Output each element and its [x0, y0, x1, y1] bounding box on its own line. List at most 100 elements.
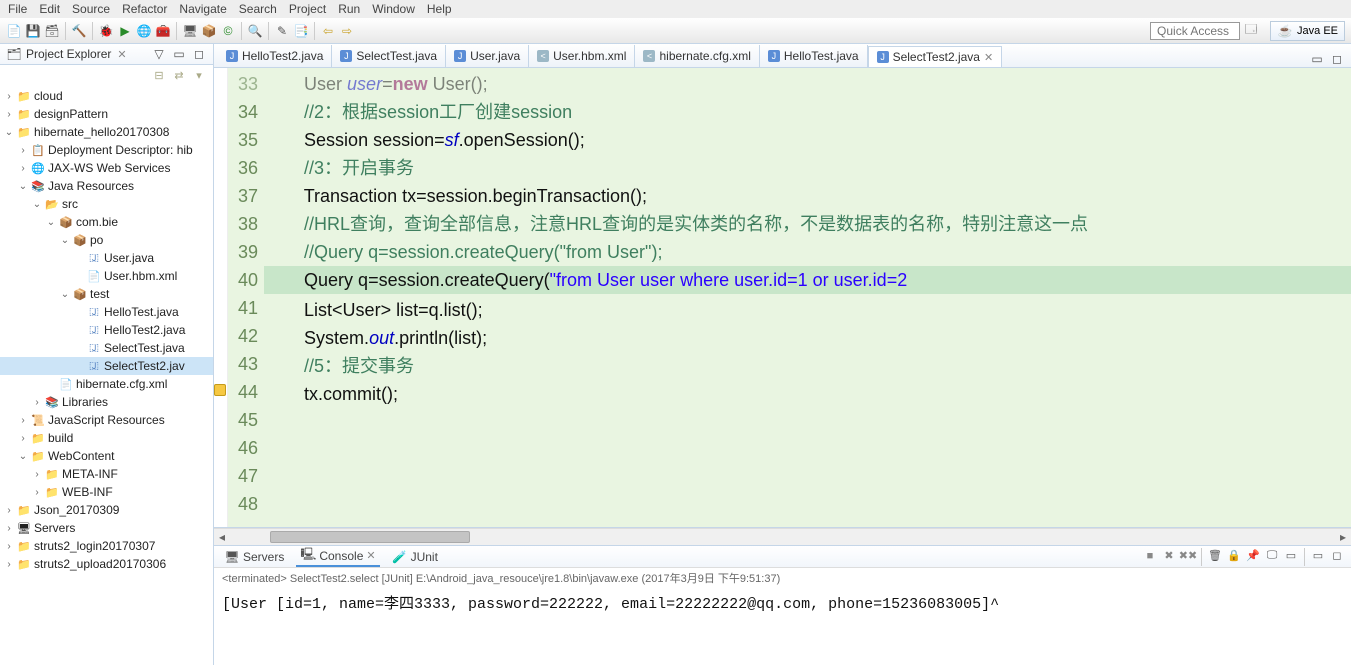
twisty-icon[interactable]: ⌄: [60, 235, 70, 246]
scroll-lock-icon[interactable]: 🔒: [1226, 548, 1242, 564]
tree-node-user-hbm-xml[interactable]: 📄User.hbm.xml: [0, 267, 213, 285]
tree-node-libraries[interactable]: ›📚Libraries: [0, 393, 213, 411]
twisty-icon[interactable]: ›: [4, 505, 14, 516]
menu-window[interactable]: Window: [372, 2, 415, 16]
toggle-comment-icon[interactable]: ✎: [274, 23, 290, 39]
minimize-icon[interactable]: ▭: [1310, 548, 1326, 564]
menu-run[interactable]: Run: [338, 2, 360, 16]
twisty-icon[interactable]: ›: [32, 469, 42, 480]
run-server-icon[interactable]: 🌐: [136, 23, 152, 39]
editor-tab-selecttest-java[interactable]: SelectTest.java: [332, 45, 446, 67]
twisty-icon[interactable]: ›: [32, 487, 42, 498]
tree-node-com-bie[interactable]: ⌄📦com.bie: [0, 213, 213, 231]
tree-node-selecttest-java[interactable]: 🇯SelectTest.java: [0, 339, 213, 357]
maximize-icon[interactable]: ◻: [191, 46, 207, 62]
tree-node-designpattern[interactable]: ›📁designPattern: [0, 105, 213, 123]
tree-node-jax-ws-web-services[interactable]: ›🌐JAX-WS Web Services: [0, 159, 213, 177]
project-explorer-tab[interactable]: 🗂 Project Explorer ✕ ▽ ▭ ◻: [0, 44, 213, 65]
twisty-icon[interactable]: ›: [4, 559, 14, 570]
menu-file[interactable]: File: [8, 2, 27, 16]
minimize-icon[interactable]: ▭: [171, 46, 187, 62]
console-output[interactable]: [User [id=1, name=李四3333, password=22222…: [214, 588, 1351, 665]
editor-tab-hellotest-java[interactable]: HelloTest.java: [760, 45, 868, 67]
save-all-icon[interactable]: 🗃: [44, 23, 60, 39]
maximize-icon[interactable]: ◻: [1329, 548, 1345, 564]
twisty-icon[interactable]: ›: [4, 91, 14, 102]
close-icon[interactable]: ✕: [984, 51, 993, 64]
twisty-icon[interactable]: ⌄: [32, 199, 42, 210]
code-area[interactable]: User user=new User(); //2：根据session工厂创建s…: [264, 68, 1351, 527]
twisty-icon[interactable]: ⌄: [18, 451, 28, 462]
back-icon[interactable]: ⇦: [320, 23, 336, 39]
twisty-icon[interactable]: ›: [18, 163, 28, 174]
twisty-icon[interactable]: ›: [4, 523, 14, 534]
remove-all-icon[interactable]: ✖✖: [1180, 548, 1196, 564]
horizontal-scrollbar[interactable]: ◂ ▸: [214, 528, 1351, 545]
twisty-icon[interactable]: ⌄: [46, 217, 56, 228]
new-class-icon[interactable]: ©: [220, 23, 236, 39]
save-icon[interactable]: 💾: [25, 23, 41, 39]
tree-node-meta-inf[interactable]: ›📁META-INF: [0, 465, 213, 483]
ext-tools-icon[interactable]: 🧰: [155, 23, 171, 39]
menu-edit[interactable]: Edit: [39, 2, 60, 16]
tree-node-selecttest2-jav[interactable]: 🇯SelectTest2.jav: [0, 357, 213, 375]
twisty-icon[interactable]: ⌄: [4, 127, 14, 138]
code-editor[interactable]: 33343536373839404142434445464748 User us…: [214, 68, 1351, 528]
new-server-icon[interactable]: 🖥: [182, 23, 198, 39]
new-pkg-icon[interactable]: 📦: [201, 23, 217, 39]
bottom-tab-junit[interactable]: 🧪JUnit: [388, 548, 442, 566]
warning-marker-icon[interactable]: [214, 384, 226, 396]
editor-tab-bar[interactable]: HelloTest2.javaSelectTest.javaUser.javaU…: [214, 44, 1351, 68]
hammer-icon[interactable]: 🔨: [71, 23, 87, 39]
toggle-mark-icon[interactable]: 📑: [293, 23, 309, 39]
tree-node-po[interactable]: ⌄📦po: [0, 231, 213, 249]
view-menu-icon[interactable]: ▽: [151, 46, 167, 62]
tree-node-javascript-resources[interactable]: ›📜JavaScript Resources: [0, 411, 213, 429]
editor-tab-hibernate-cfg-xml[interactable]: hibernate.cfg.xml: [635, 45, 759, 67]
bottom-tab-servers[interactable]: 🖥Servers: [220, 548, 288, 566]
editor-tab-user-hbm-xml[interactable]: User.hbm.xml: [529, 45, 635, 67]
open-perspective-icon[interactable]: 🗔: [1243, 23, 1259, 39]
pin-icon[interactable]: 📌: [1245, 548, 1261, 564]
tree-node-hellotest-java[interactable]: 🇯HelloTest.java: [0, 303, 213, 321]
tree-node-deployment-descriptor--hib[interactable]: ›📋Deployment Descriptor: hib: [0, 141, 213, 159]
scroll-left-icon[interactable]: ◂: [214, 530, 230, 544]
editor-tab-selecttest2-java[interactable]: SelectTest2.java✕: [868, 46, 1003, 68]
twisty-icon[interactable]: ›: [18, 415, 28, 426]
twisty-icon[interactable]: ›: [18, 145, 28, 156]
perspective-javaee[interactable]: ☕ Java EE: [1270, 21, 1345, 41]
tree-node-web-inf[interactable]: ›📁WEB-INF: [0, 483, 213, 501]
filter-icon[interactable]: ▾: [191, 67, 207, 83]
minimize-icon[interactable]: ▭: [1309, 51, 1325, 67]
menu-bar[interactable]: FileEditSourceRefactorNavigateSearchProj…: [0, 0, 1351, 18]
terminate-icon[interactable]: ■: [1142, 548, 1158, 564]
tree-node-struts2-upload20170306[interactable]: ›📁struts2_upload20170306: [0, 555, 213, 573]
link-editor-icon[interactable]: ⇄: [171, 67, 187, 83]
menu-help[interactable]: Help: [427, 2, 452, 16]
bottom-tab-console[interactable]: 🖳Console✕: [296, 547, 379, 567]
open-console-icon[interactable]: ▭: [1283, 548, 1299, 564]
console-tab-bar[interactable]: 🖥Servers🖳Console✕🧪JUnit ■ ✖ ✖✖ 🗑 🔒 📌 🖵 ▭…: [214, 546, 1351, 568]
tree-node-build[interactable]: ›📁build: [0, 429, 213, 447]
forward-icon[interactable]: ⇨: [339, 23, 355, 39]
tree-node-webcontent[interactable]: ⌄📁WebContent: [0, 447, 213, 465]
tree-node-hibernate-cfg-xml[interactable]: 📄hibernate.cfg.xml: [0, 375, 213, 393]
twisty-icon[interactable]: ›: [4, 541, 14, 552]
editor-tab-user-java[interactable]: User.java: [446, 45, 529, 67]
new-icon[interactable]: 📄: [6, 23, 22, 39]
twisty-icon[interactable]: ⌄: [18, 181, 28, 192]
tree-node-cloud[interactable]: ›📁cloud: [0, 87, 213, 105]
twisty-icon[interactable]: ⌄: [60, 289, 70, 300]
tree-node-json-20170309[interactable]: ›📁Json_20170309: [0, 501, 213, 519]
close-icon[interactable]: ✕: [366, 549, 375, 562]
twisty-icon[interactable]: ›: [18, 433, 28, 444]
menu-refactor[interactable]: Refactor: [122, 2, 167, 16]
tree-node-servers[interactable]: ›🖥Servers: [0, 519, 213, 537]
scroll-thumb[interactable]: [270, 531, 470, 543]
tree-node-java-resources[interactable]: ⌄📚Java Resources: [0, 177, 213, 195]
run-icon[interactable]: ▶: [117, 23, 133, 39]
tree-node-hibernate-hello20170308[interactable]: ⌄📁hibernate_hello20170308: [0, 123, 213, 141]
project-tree[interactable]: ›📁cloud›📁designPattern⌄📁hibernate_hello2…: [0, 85, 213, 665]
twisty-icon[interactable]: ›: [4, 109, 14, 120]
debug-icon[interactable]: 🐞: [98, 23, 114, 39]
